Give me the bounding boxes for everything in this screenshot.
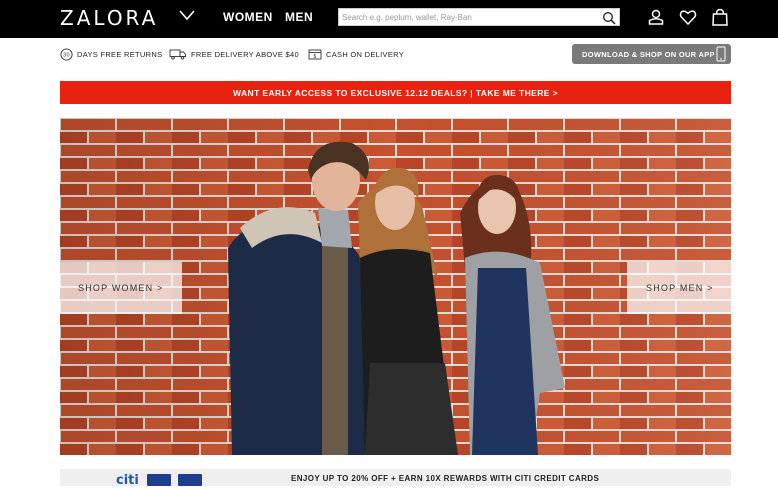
phone-icon <box>716 46 726 62</box>
free-returns-label: DAYS FREE RETURNS <box>77 50 163 59</box>
download-app-button[interactable]: DOWNLOAD & SHOP ON OUR APP <box>572 44 731 64</box>
account-icon[interactable] <box>647 8 665 26</box>
shop-men-label: SHOP MEN > <box>646 283 714 293</box>
cash-on-delivery-label: CASH ON DELIVERY <box>326 49 405 59</box>
wishlist-heart-icon[interactable] <box>679 8 697 26</box>
nav-men[interactable]: MEN <box>285 10 313 24</box>
free-returns-info[interactable]: 30 DAYS FREE RETURNS <box>60 48 162 61</box>
shop-women-link[interactable]: SHOP WOMEN > <box>60 262 182 314</box>
promo-banner[interactable]: WANT EARLY ACCESS TO EXCLUSIVE 12.12 DEA… <box>60 81 731 104</box>
shop-women-label: SHOP WOMEN > <box>78 283 164 293</box>
search-icon[interactable] <box>602 11 616 25</box>
shop-men-link[interactable]: SHOP MEN > <box>627 262 731 314</box>
returns-icon: 30 <box>60 48 73 61</box>
free-delivery-label: FREE DELIVERY ABOVE $40 <box>191 49 299 59</box>
zalora-logo[interactable]: ZALORA <box>60 6 158 30</box>
svg-text:$: $ <box>313 54 316 60</box>
cash-icon: $ <box>308 49 322 60</box>
citi-promo-banner[interactable]: citi ENJOY UP TO 20% OFF + EARN 10X REWA… <box>60 469 731 488</box>
delivery-truck-icon <box>169 49 186 60</box>
top-header: ZALORA WOMEN MEN <box>0 0 778 38</box>
cash-on-delivery-info[interactable]: $ CASH ON DELIVERY <box>308 48 404 60</box>
download-app-label: DOWNLOAD & SHOP ON OUR APP <box>582 49 715 59</box>
nav-women[interactable]: WOMEN <box>223 10 273 24</box>
promo-banner-text: WANT EARLY ACCESS TO EXCLUSIVE 12.12 DEA… <box>233 87 558 98</box>
shopping-bag-icon[interactable] <box>711 8 729 26</box>
search-box <box>338 8 620 26</box>
hero-banner[interactable]: SHOP WOMEN > SHOP MEN > <box>60 118 731 455</box>
svg-text:30: 30 <box>63 53 70 59</box>
credit-card-icon <box>178 474 202 486</box>
free-delivery-info[interactable]: FREE DELIVERY ABOVE $40 <box>169 48 299 60</box>
citi-promo-text: ENJOY UP TO 20% OFF + EARN 10X REWARDS W… <box>291 474 600 483</box>
credit-card-icon <box>147 474 171 486</box>
search-input[interactable] <box>342 10 597 25</box>
chevron-down-icon[interactable] <box>179 9 195 21</box>
